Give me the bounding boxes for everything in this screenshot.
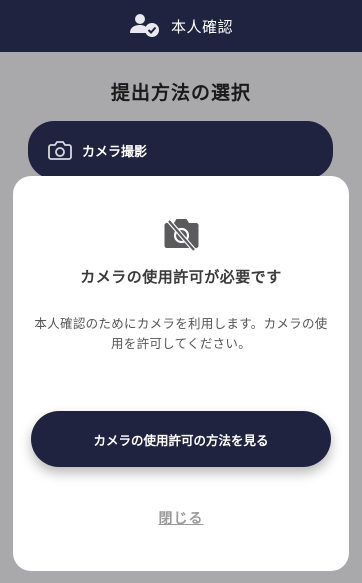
view-permission-instructions-button[interactable]: カメラの使用許可の方法を見る <box>31 411 331 467</box>
app-header: 本人確認 <box>0 0 362 52</box>
close-link[interactable]: 閉じる <box>13 508 349 528</box>
app-root: 本人確認 提出方法の選択 カメラ撮影 カメラの使用許可が必要です 本人確認のため… <box>0 0 362 583</box>
user-check-icon <box>129 14 159 37</box>
header-title: 本人確認 <box>170 17 233 36</box>
modal-heading: カメラの使用許可が必要です <box>80 268 282 286</box>
camera-off-icon <box>164 219 199 251</box>
modal-message: 本人確認のためにカメラを利用します。カメラの使用を許可してください。 <box>34 316 328 351</box>
page-title: 提出方法の選択 <box>110 82 251 104</box>
camera-icon <box>48 141 72 160</box>
camera-capture-option[interactable]: カメラ撮影 <box>28 121 333 179</box>
camera-option-label: カメラ撮影 <box>82 144 148 160</box>
camera-permission-modal: カメラの使用許可が必要です 本人確認のためにカメラを利用します。カメラの使用を許… <box>13 176 349 571</box>
